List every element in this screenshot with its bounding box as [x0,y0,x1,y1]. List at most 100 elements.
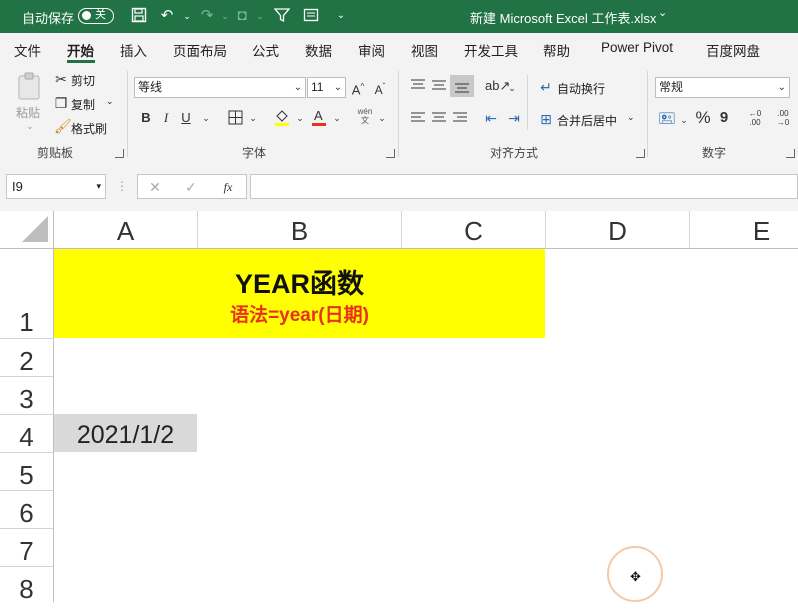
row-header-8[interactable]: 8 [0,567,54,604]
undo-icon[interactable]: ↶ [158,7,176,25]
italic-button[interactable]: I [159,110,173,126]
name-box[interactable]: I9 ▾ [6,174,106,199]
tab-file[interactable]: 文件 [14,40,41,60]
decrease-indent-icon[interactable]: ⇤ [482,110,500,126]
tab-review[interactable]: 审阅 [358,40,385,60]
column-header-a[interactable]: A [54,211,198,248]
wrap-text-icon[interactable]: ↵ [538,79,554,95]
font-size-select[interactable]: 11 ⌄ [307,77,346,98]
font-launcher-icon[interactable] [386,149,395,158]
redo-dropdown-icon[interactable]: ⌄ [216,7,234,25]
tab-power-pivot[interactable]: Power Pivot [601,40,673,55]
merged-title-cell[interactable]: YEAR函数 语法=year(日期) [54,249,545,338]
borders-icon[interactable] [227,110,243,128]
accounting-format-icon[interactable]: 🖭 [658,110,676,126]
merge-dropdown-icon[interactable]: ⌄ [627,112,635,123]
filter-icon[interactable] [273,7,291,25]
more-options-icon[interactable]: ⋮ [116,178,128,194]
align-middle-icon[interactable] [430,78,448,95]
customize-toolbar-icon[interactable]: ⌄ [332,7,350,25]
merge-center-label[interactable]: 合并后居中 [557,112,617,129]
insert-function-button[interactable]: fx [220,179,236,195]
tab-insert[interactable]: 插入 [120,40,147,60]
tab-page-layout[interactable]: 页面布局 [173,40,227,60]
increase-indent-icon[interactable]: ⇥ [505,110,523,126]
paste-icon[interactable] [16,71,44,101]
column-header-e[interactable]: E [690,211,798,248]
tab-help[interactable]: 帮助 [543,40,570,60]
formula-input[interactable] [250,174,798,199]
increase-decimal-icon[interactable]: ←0.00 [745,109,765,127]
align-left-icon[interactable] [409,111,427,128]
row-header-1[interactable]: 1 [0,249,54,339]
merge-center-icon[interactable]: ⊞ [538,111,554,127]
column-header-b[interactable]: B [198,211,402,248]
increase-font-icon[interactable]: A^ [350,79,366,98]
shape-dropdown-icon[interactable]: ⌄ [251,7,269,25]
font-name-select[interactable]: 等线 ⌄ [134,77,306,98]
number-launcher-icon[interactable] [786,149,795,158]
underline-button[interactable]: U [179,110,193,126]
accounting-dropdown-icon[interactable]: ⌄ [679,112,689,128]
tab-baidu-netdisk[interactable]: 百度网盘 [706,40,760,60]
align-top-icon[interactable] [409,78,427,95]
autosave-toggle[interactable]: 关 [78,8,114,24]
undo-dropdown-icon[interactable]: ⌄ [178,7,196,25]
decrease-decimal-icon[interactable]: .00 →0 [773,109,793,127]
enter-icon[interactable]: ✓ [184,179,198,195]
number-format-select[interactable]: 常规 ⌄ [655,77,790,98]
row-header-7[interactable]: 7 [0,529,54,567]
align-right-icon[interactable] [451,111,469,128]
decrease-font-icon[interactable]: Aˇ [372,79,388,98]
orientation-dropdown-icon[interactable]: ⌄ [506,80,518,96]
tab-developer[interactable]: 开发工具 [464,40,518,60]
row-header-6[interactable]: 6 [0,491,54,529]
orientation-icon[interactable]: ab↗ [485,78,510,94]
shape-icon[interactable]: ◘ [233,7,251,25]
align-bottom-icon[interactable] [450,75,474,97]
cut-label[interactable]: 剪切 [71,72,95,89]
cancel-icon[interactable]: ✕ [148,179,162,195]
paste-dropdown-icon[interactable]: ⌄ [26,121,34,132]
comma-style-button[interactable]: 9 [717,110,731,126]
cut-icon[interactable]: ✂ [54,71,68,87]
clipboard-launcher-icon[interactable] [115,149,124,158]
group-divider [398,71,399,157]
percent-style-button[interactable]: % [694,109,712,126]
title-dropdown-icon[interactable]: ⌄ [658,6,667,19]
redo-icon[interactable]: ↷ [198,7,216,25]
font-color-dropdown-icon[interactable]: ⌄ [331,110,343,126]
form-icon[interactable] [302,7,320,25]
copy-dropdown-icon[interactable]: ⌄ [106,96,114,107]
row-header-4[interactable]: 4 [0,415,54,453]
row-header-5[interactable]: 5 [0,453,54,491]
row-header-2[interactable]: 2 [0,339,54,377]
font-color-icon[interactable]: A [310,108,328,129]
copy-icon[interactable]: ❐ [54,95,68,111]
save-icon[interactable] [130,7,148,25]
column-headers: A B C D E [0,211,798,249]
tab-formulas[interactable]: 公式 [252,40,279,60]
bold-button[interactable]: B [139,110,153,126]
paste-label[interactable]: 粘贴 [16,104,40,121]
wrap-text-label[interactable]: 自动换行 [557,80,605,97]
tab-data[interactable]: 数据 [305,40,332,60]
copy-label[interactable]: 复制 [71,96,95,113]
select-all-corner[interactable] [0,211,54,248]
alignment-launcher-icon[interactable] [636,149,645,158]
format-painter-label[interactable]: 格式刷 [71,120,107,137]
tab-view[interactable]: 视图 [411,40,438,60]
tab-home[interactable]: 开始 [67,40,94,60]
borders-dropdown-icon[interactable]: ⌄ [247,110,259,126]
format-painter-icon[interactable]: 🖌 [54,118,72,134]
fill-color-icon[interactable] [273,108,291,129]
align-center-icon[interactable] [430,111,448,128]
phonetic-icon[interactable]: wén 文 [356,107,374,125]
underline-dropdown-icon[interactable]: ⌄ [200,110,212,126]
column-header-c[interactable]: C [402,211,546,248]
fill-color-dropdown-icon[interactable]: ⌄ [294,110,306,126]
row-header-3[interactable]: 3 [0,377,54,415]
cell-a4[interactable]: 2021/1/2 [54,414,197,452]
phonetic-dropdown-icon[interactable]: ⌄ [376,110,388,126]
column-header-d[interactable]: D [546,211,690,248]
